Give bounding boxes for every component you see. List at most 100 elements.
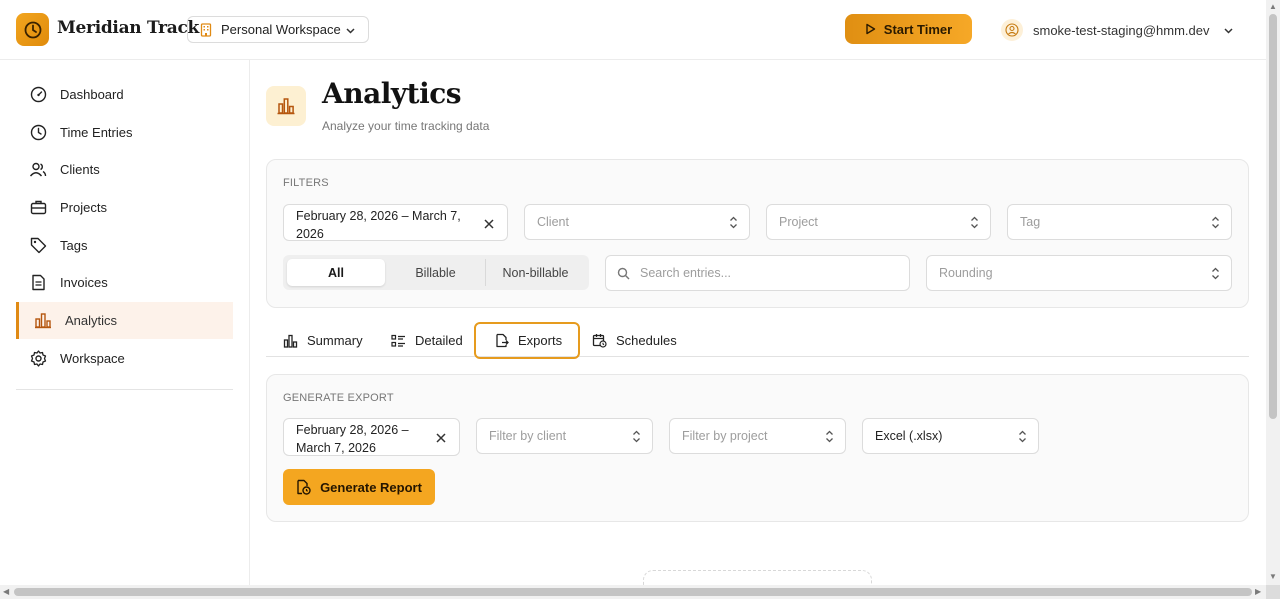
page-subtitle: Analyze your time tracking data [322, 119, 490, 133]
chevron-down-icon [1223, 25, 1234, 36]
sidebar-item-dashboard[interactable]: Dashboard [16, 76, 233, 113]
sidebar-item-label: Clients [60, 162, 100, 177]
export-project-placeholder: Filter by project [682, 429, 768, 443]
billing-non-billable-button[interactable]: Non-billable [486, 259, 585, 286]
horizontal-scroll-thumb[interactable] [14, 588, 1252, 596]
sidebar-item-label: Workspace [60, 351, 125, 366]
chevron-up-down-icon [970, 216, 979, 232]
scrollbar-corner [1266, 585, 1280, 599]
sidebar-item-tags[interactable]: Tags [16, 227, 233, 264]
tag-icon [29, 237, 47, 255]
start-timer-label: Start Timer [883, 21, 953, 37]
tab-label: Exports [518, 333, 563, 348]
calendar-clock-icon [592, 333, 607, 348]
building-icon [200, 22, 212, 37]
search-entries-placeholder: Search entries... [640, 266, 732, 280]
gauge-icon [29, 86, 47, 104]
bar-chart-icon [34, 312, 52, 330]
tab-summary[interactable]: Summary [283, 322, 363, 359]
workspace-name: Personal Workspace [221, 22, 341, 37]
sidebar-item-label: Projects [60, 200, 107, 215]
scroll-left-arrow-icon[interactable]: ◀ [3, 588, 9, 596]
chevron-down-icon [345, 24, 356, 39]
sidebar-item-projects[interactable]: Projects [16, 189, 233, 226]
play-icon [865, 23, 876, 35]
client-filter-placeholder: Client [537, 215, 569, 229]
users-icon [29, 161, 47, 179]
sidebar-item-label: Tags [60, 238, 88, 253]
tab-exports[interactable]: Exports [474, 322, 581, 359]
tab-detailed[interactable]: Detailed [391, 322, 463, 359]
tag-filter-placeholder: Tag [1020, 215, 1041, 229]
page-title: Analytics [322, 77, 462, 110]
app-name: Meridian Track [57, 18, 200, 38]
chevron-up-down-icon [632, 430, 641, 446]
export-project-select[interactable]: Filter by project [669, 418, 846, 454]
scroll-down-arrow-icon[interactable]: ▼ [1269, 573, 1277, 581]
scroll-right-arrow-icon[interactable]: ▶ [1255, 588, 1261, 596]
briefcase-icon [29, 199, 47, 217]
start-timer-button[interactable]: Start Timer [845, 14, 972, 44]
sidebar-item-clients[interactable]: Clients [16, 151, 233, 188]
vertical-scrollbar[interactable]: ▲ ▼ [1266, 0, 1280, 585]
generate-report-label: Generate Report [320, 479, 422, 495]
chevron-up-down-icon [1211, 216, 1220, 232]
user-avatar-icon [1001, 19, 1023, 41]
scroll-up-arrow-icon[interactable]: ▲ [1269, 3, 1277, 11]
chevron-up-down-icon [729, 216, 738, 232]
close-icon[interactable] [435, 431, 447, 443]
tab-label: Detailed [415, 333, 463, 348]
bar-chart-icon [283, 334, 298, 348]
tab-schedules[interactable]: Schedules [592, 322, 677, 359]
logo-clock-icon[interactable] [16, 13, 49, 46]
rounding-placeholder: Rounding [939, 266, 993, 280]
chevron-up-down-icon [1211, 267, 1220, 283]
sidebar-item-label: Analytics [65, 313, 118, 328]
sidebar-item-label: Time Entries [60, 125, 133, 140]
tag-filter-select[interactable]: Tag [1007, 204, 1232, 240]
sidebar-item-invoices[interactable]: Invoices [16, 264, 233, 301]
chevron-up-down-icon [1018, 430, 1027, 446]
rounding-select[interactable]: Rounding [926, 255, 1232, 291]
billing-billable-button[interactable]: Billable [387, 259, 484, 286]
export-client-select[interactable]: Filter by client [476, 418, 653, 454]
sidebar-divider [16, 389, 233, 390]
billing-type-toggle: All Billable Non-billable [283, 255, 589, 290]
sidebar-item-analytics[interactable]: Analytics [16, 302, 233, 339]
date-range-line1: February 28, 2026 – March 7, [296, 209, 461, 223]
workspace-selector[interactable]: Personal Workspace [187, 16, 369, 43]
user-menu[interactable]: smoke-test-staging@hmm.dev [1001, 18, 1234, 42]
file-text-icon [29, 274, 47, 292]
clock-icon [29, 124, 47, 142]
date-range-filter[interactable]: February 28, 2026 – March 7, 2026 [283, 204, 508, 241]
date-range-line2: 2026 [296, 227, 324, 241]
sidebar-item-time-entries[interactable]: Time Entries [16, 114, 233, 151]
close-icon[interactable] [483, 217, 495, 229]
top-header: Meridian Track Personal Workspace Start … [0, 0, 1266, 60]
export-date-range[interactable]: February 28, 2026 – March 7, 2026 [283, 418, 460, 456]
client-filter-select[interactable]: Client [524, 204, 750, 240]
gear-icon [29, 350, 47, 368]
generate-report-button[interactable]: Generate Report [283, 469, 435, 505]
tab-label: Summary [307, 333, 363, 348]
file-export-icon [495, 333, 509, 348]
project-filter-select[interactable]: Project [766, 204, 991, 240]
user-email: smoke-test-staging@hmm.dev [1033, 22, 1210, 38]
horizontal-scrollbar[interactable]: ◀ ▶ [0, 585, 1266, 599]
search-entries-input[interactable]: Search entries... [605, 255, 910, 291]
sidebar-item-workspace[interactable]: Workspace [16, 340, 233, 377]
export-format-value: Excel (.xlsx) [875, 429, 943, 443]
analytics-chart-icon [266, 86, 306, 126]
vertical-scroll-thumb[interactable] [1269, 14, 1277, 419]
sidebar-item-label: Invoices [60, 275, 108, 290]
export-format-select[interactable]: Excel (.xlsx) [862, 418, 1039, 454]
filters-section-label: FILTERS [283, 177, 329, 189]
project-filter-placeholder: Project [779, 215, 818, 229]
billing-all-button[interactable]: All [287, 259, 385, 286]
chevron-up-down-icon [825, 430, 834, 446]
sidebar-item-label: Dashboard [60, 87, 124, 102]
search-icon [617, 267, 630, 283]
tab-label: Schedules [616, 333, 677, 348]
file-clock-icon [296, 479, 311, 495]
generate-export-section-label: GENERATE EXPORT [283, 392, 394, 404]
